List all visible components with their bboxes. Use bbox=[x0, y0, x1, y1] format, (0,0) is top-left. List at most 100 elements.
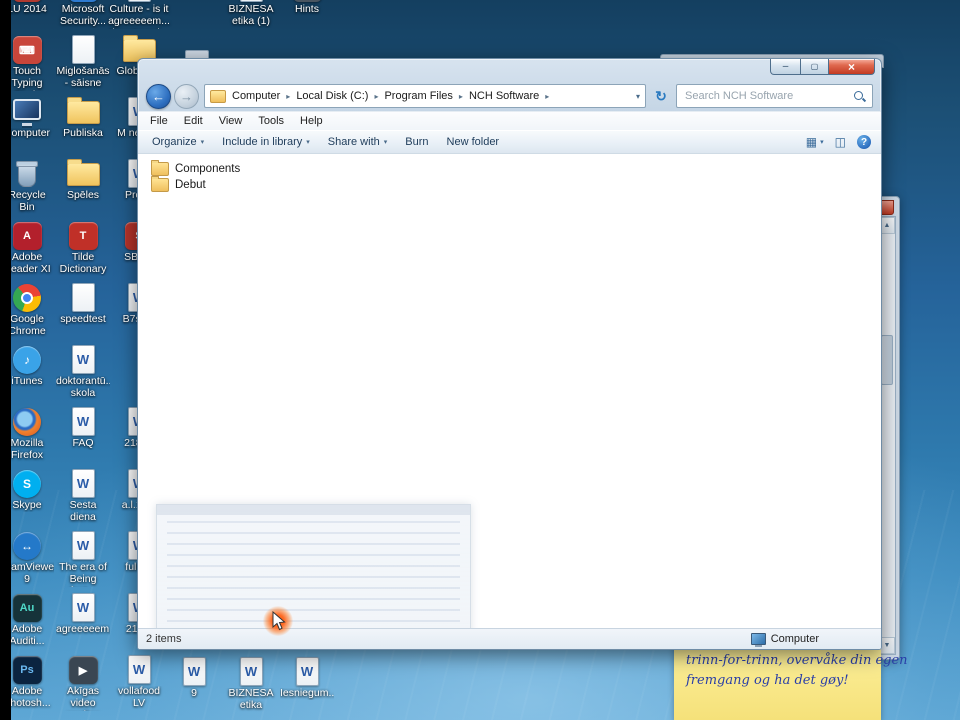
icon-akigas-video-analize[interactable]: ▶ Akīgas video analīze bbox=[56, 650, 110, 712]
desktop-icon-glyph: LU bbox=[13, 0, 42, 2]
icon-publiska[interactable]: Publiska bbox=[56, 92, 110, 154]
icon-iesniegums[interactable]: W Iesniegum... bbox=[280, 652, 334, 714]
desktop-icon-glyph: T bbox=[69, 222, 98, 250]
icon-biznesa-etika[interactable]: W BIZNESA etika bbox=[224, 652, 278, 714]
desktop-icon-glyph: ♪ bbox=[13, 346, 41, 374]
sticky-note-line-2: fremgang og ha det gøy! bbox=[686, 671, 869, 691]
desktop-icon-glyph: Au bbox=[13, 594, 42, 622]
icon-miglosanas-saisne[interactable]: Miglošanās - sāisne bbox=[56, 30, 110, 92]
caption-buttons: – ▢ × bbox=[770, 59, 875, 75]
file-components[interactable]: Components bbox=[151, 161, 881, 177]
desktop-icon bbox=[67, 92, 100, 127]
icon-faq[interactable]: W FAQ bbox=[56, 402, 110, 464]
back-button[interactable]: ← bbox=[146, 84, 171, 109]
desktop-icon-glyph: A bbox=[13, 222, 42, 250]
desktop-icon: LU bbox=[13, 0, 42, 3]
icon-sesta-diena[interactable]: W Sesta diena bbox=[56, 464, 110, 526]
desktop-icon-label: Miglošanās - sāisne bbox=[56, 66, 110, 90]
desktop-icon: T bbox=[69, 216, 98, 251]
desktop-icon: W bbox=[240, 0, 263, 3]
forward-button[interactable]: → bbox=[174, 84, 199, 109]
refresh-button[interactable]: ↻ bbox=[651, 85, 671, 107]
crumb-local-disk-c[interactable]: Local Disk (C:) ▸ bbox=[296, 90, 384, 102]
toolbar-include-in-library[interactable]: Include in library▾ bbox=[214, 132, 318, 152]
icon-agreement[interactable]: W agreeeeem... bbox=[56, 588, 110, 650]
file-debut[interactable]: Debut bbox=[151, 177, 881, 193]
crumb-nch-software[interactable]: NCH Software ▸ bbox=[469, 90, 555, 102]
desktop-icon: W bbox=[72, 402, 95, 437]
desktop-icon bbox=[67, 154, 100, 189]
icon-hints[interactable]: ? Hints bbox=[280, 0, 334, 30]
icon-speedtest[interactable]: speedtest bbox=[56, 278, 110, 340]
preview-pane-button[interactable]: ◫ bbox=[835, 135, 846, 149]
crumb-program-files[interactable]: Program Files▸ bbox=[384, 90, 468, 102]
icon-the-era-of-being-fast[interactable]: W The era of Being fast... bbox=[56, 526, 110, 588]
desktop-icon: Ps bbox=[13, 650, 42, 685]
desktop-icon: ▶ bbox=[69, 650, 98, 685]
icon-biznesa-etika-1[interactable]: W BIZNESA etika (1) bbox=[224, 0, 278, 30]
file-name: Debut bbox=[175, 179, 206, 191]
desktop-icon-label: FAQ bbox=[56, 438, 110, 450]
breadcrumb-separator-icon: ▸ bbox=[374, 92, 378, 101]
file-name: Components bbox=[175, 163, 240, 175]
icon-culture[interactable]: W Culture - is it agreeeeem... threatene… bbox=[97, 0, 181, 30]
command-toolbar: Organize▾ Include in library▾ Share with… bbox=[138, 130, 881, 154]
file-list-area: Components Debut bbox=[138, 154, 881, 628]
desktop-icon-label: Spēles bbox=[56, 190, 110, 202]
breadcrumb-label: NCH Software bbox=[469, 90, 539, 102]
desktop-icon-glyph: W bbox=[128, 0, 151, 2]
desktop-icon-column-2: ▦ Microsoft Security... Miglošanās - sāi… bbox=[56, 0, 110, 712]
desktop-icon: W bbox=[72, 340, 95, 375]
desktop-icon-label: doktorantū... skola bbox=[56, 376, 110, 400]
status-location: Computer bbox=[751, 633, 819, 645]
sticky-note[interactable]: trinn-for-trinn, overvåke din egen fremg… bbox=[674, 640, 881, 720]
desktop-icon: W bbox=[128, 650, 151, 685]
toolbar-burn[interactable]: Burn▾ bbox=[397, 132, 436, 152]
explorer-window: – ▢ × ← → Computer▸ Local Disk (C:)▸ Pro… bbox=[137, 58, 882, 650]
menu-help[interactable]: Help bbox=[292, 115, 331, 127]
desktop-icon-glyph bbox=[67, 163, 100, 186]
desktop-icon: W bbox=[72, 526, 95, 561]
scrollbar-thumb[interactable] bbox=[881, 335, 893, 385]
views-caret-icon: ▾ bbox=[820, 138, 824, 146]
desktop-icon-glyph: W bbox=[183, 657, 206, 686]
address-dropdown-icon[interactable]: ▾ bbox=[630, 92, 640, 101]
desktop-icon-glyph: ▶ bbox=[69, 656, 98, 684]
desktop-icon-label: BIZNESA etika bbox=[224, 688, 278, 712]
ghost-window-overlay bbox=[156, 504, 471, 628]
desktop-icon-glyph: W bbox=[72, 531, 95, 560]
menu-bar: File Edit View Tools Help bbox=[138, 111, 881, 130]
desktop-icon-label: Culture - is it agreeeeem... threatened.… bbox=[97, 4, 181, 29]
desktop-icon: W bbox=[296, 652, 319, 687]
close-button[interactable]: × bbox=[828, 59, 875, 75]
breadcrumb-label: Local Disk (C:) bbox=[296, 90, 368, 102]
search-input[interactable] bbox=[683, 89, 853, 103]
icon-9[interactable]: W 9 bbox=[167, 652, 221, 714]
title-bar[interactable]: – ▢ × bbox=[138, 59, 881, 81]
crumb-computer[interactable]: Computer▸ bbox=[232, 90, 296, 102]
icon-speles[interactable]: Spēles bbox=[56, 154, 110, 216]
breadcrumb-separator-icon: ▸ bbox=[545, 92, 549, 101]
address-bar[interactable]: Computer▸ Local Disk (C:) ▸ Program Files… bbox=[204, 84, 646, 108]
toolbar-new-folder[interactable]: New folder▾ bbox=[439, 132, 508, 152]
dropdown-caret-icon: ▾ bbox=[306, 138, 310, 146]
desktop: LU LU 2014 ⌨ Touch Typing Study Computer… bbox=[0, 0, 960, 720]
menu-edit[interactable]: Edit bbox=[176, 115, 211, 127]
icon-vollafood-lv[interactable]: W vollafood LV bbox=[112, 650, 166, 712]
menu-file[interactable]: File bbox=[142, 115, 176, 127]
icon-tilde-dictionary[interactable]: T Tilde Dictionary bbox=[56, 216, 110, 278]
desktop-icon bbox=[72, 30, 95, 65]
letterbox-left bbox=[0, 0, 11, 720]
menu-view[interactable]: View bbox=[211, 115, 251, 127]
minimize-button[interactable]: – bbox=[770, 59, 801, 75]
icon-doktoranturas-skola[interactable]: W doktorantū... skola bbox=[56, 340, 110, 402]
toolbar-organize[interactable]: Organize▾ bbox=[144, 132, 212, 152]
change-view-button[interactable]: ▦▾ bbox=[806, 135, 824, 149]
navigation-bar: ← → Computer▸ Local Disk (C:) ▸ Program F… bbox=[138, 81, 881, 111]
toolbar-share-with[interactable]: Share with▾ bbox=[320, 132, 396, 152]
status-location-label: Computer bbox=[771, 633, 819, 645]
desktop-icon-label: BIZNESA etika (1) bbox=[224, 4, 278, 28]
menu-tools[interactable]: Tools bbox=[250, 115, 292, 127]
maximize-button[interactable]: ▢ bbox=[801, 59, 828, 75]
help-button[interactable]: ? bbox=[857, 135, 871, 149]
